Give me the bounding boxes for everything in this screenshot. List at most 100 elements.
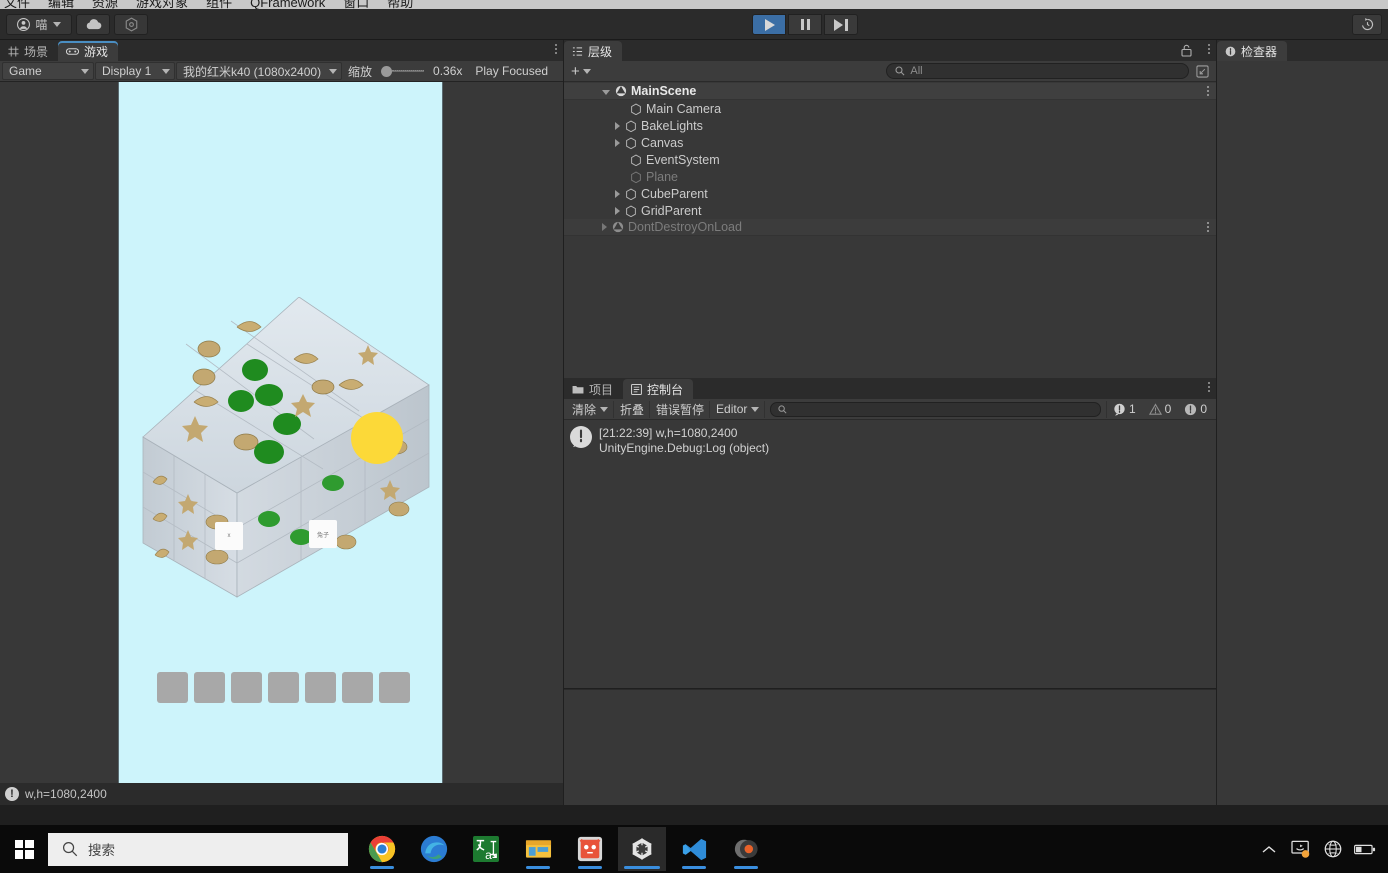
floating-tile-1[interactable]: x	[215, 522, 243, 550]
hierarchy-search-input[interactable]: All	[886, 63, 1190, 79]
pause-icon	[800, 19, 810, 30]
console-warning-count[interactable]: 0	[1143, 401, 1178, 418]
disclosure-triangle-icon[interactable]	[602, 89, 610, 95]
console-kebab-icon[interactable]	[1208, 382, 1210, 392]
menu-item-assets[interactable]: 资源	[92, 0, 118, 9]
toolbar-right-group	[1352, 14, 1382, 35]
game-view-kebab-icon[interactable]	[555, 44, 557, 54]
console-log-entry[interactable]: [21:22:39] w,h=1080,2400 UnityEngine.Deb…	[564, 420, 1216, 456]
taskbar-search-input[interactable]: 搜索	[48, 832, 348, 866]
hierarchy-row-cubeparent[interactable]: CubeParent	[564, 185, 1216, 202]
info-icon	[1225, 46, 1236, 57]
tab-console[interactable]: 控制台	[623, 379, 694, 399]
menu-item-help[interactable]: 帮助	[387, 0, 413, 9]
disclosure-triangle-icon[interactable]	[615, 121, 620, 130]
console-error-pause-button[interactable]: 错误暂停	[651, 400, 711, 418]
play-focused-button[interactable]: Play Focused	[468, 62, 554, 80]
lock-icon	[1181, 44, 1192, 57]
network-globe-icon[interactable]	[1322, 838, 1344, 860]
console-editor-dropdown[interactable]: Editor	[711, 400, 766, 418]
console-clear-button[interactable]: 清除	[567, 400, 615, 418]
hierarchy-filter-button[interactable]	[1193, 64, 1212, 78]
disclosure-triangle-icon[interactable]	[615, 206, 620, 215]
play-button[interactable]	[752, 14, 786, 35]
battery-icon[interactable]	[1354, 838, 1376, 860]
app-running-indicator	[370, 866, 394, 869]
tray-slot[interactable]	[379, 672, 410, 703]
undo-history-button[interactable]	[1352, 14, 1382, 35]
game-view-tabbar: 场景 游戏	[0, 40, 563, 61]
menu-item-window[interactable]: 窗口	[343, 0, 369, 9]
console-collapse-button[interactable]: 折叠	[615, 400, 651, 418]
taskbar-app-github-desktop[interactable]	[566, 827, 614, 871]
highlight-marker[interactable]	[351, 412, 403, 464]
tray-slot[interactable]	[305, 672, 336, 703]
start-button[interactable]	[0, 825, 48, 873]
tray-slot[interactable]	[157, 672, 188, 703]
pause-button[interactable]	[788, 14, 822, 35]
tray-slot[interactable]	[194, 672, 225, 703]
add-gameobject-button[interactable]: +	[568, 63, 594, 80]
tab-game[interactable]: 游戏	[58, 41, 119, 61]
menu-item-gameobject[interactable]: 游戏对象	[136, 0, 188, 9]
show-hidden-icons-chevron-icon[interactable]	[1258, 838, 1280, 860]
account-button[interactable]: 喵	[6, 13, 72, 35]
tab-project[interactable]: 项目	[564, 379, 623, 399]
hierarchy-lock-button[interactable]	[1181, 44, 1192, 57]
gameobject-icon	[625, 119, 637, 132]
tray-slot[interactable]	[342, 672, 373, 703]
menu-item-edit[interactable]: 编辑	[48, 0, 74, 9]
menu-item-qframework[interactable]: QFramework	[250, 0, 325, 9]
tab-hierarchy[interactable]: 层级	[564, 41, 623, 61]
cloud-services-button[interactable]	[76, 13, 110, 35]
zoom-slider-knob[interactable]	[381, 65, 393, 77]
hierarchy-kebab-icon[interactable]	[1208, 44, 1210, 54]
display-dropdown[interactable]: Display 1	[95, 62, 175, 80]
game-view-canvas[interactable]: x 兔子	[0, 82, 563, 805]
disclosure-triangle-icon[interactable]	[615, 189, 620, 198]
hierarchy-row-plane[interactable]: Plane	[564, 168, 1216, 185]
search-icon	[778, 404, 787, 414]
taskbar-app-unity[interactable]	[618, 827, 666, 871]
tray-slot[interactable]	[268, 672, 299, 703]
hierarchy-row-kebab-icon[interactable]	[1207, 222, 1209, 232]
aspect-ratio-dropdown[interactable]: 我的红米k40 (1080x2400)	[176, 62, 342, 80]
hierarchy-row-mainscene[interactable]: MainScene	[564, 83, 1216, 100]
editor-status-bar[interactable]: ! w,h=1080,2400	[0, 783, 563, 805]
taskbar-app-edge[interactable]	[410, 827, 458, 871]
toolbar-left-group: 喵	[6, 13, 152, 35]
hierarchy-row-eventsystem[interactable]: EventSystem	[564, 151, 1216, 168]
hierarchy-row-main-camera[interactable]: Main Camera	[564, 100, 1216, 117]
disclosure-triangle-icon[interactable]	[615, 138, 620, 147]
taskbar-app-vscode[interactable]	[670, 827, 718, 871]
zoom-slider[interactable]	[381, 65, 425, 77]
console-search-input[interactable]	[770, 401, 1101, 417]
menu-item-component[interactable]: 组件	[206, 0, 232, 9]
hierarchy-row-kebab-icon[interactable]	[1207, 86, 1209, 96]
game-render-surface[interactable]: x 兔子	[118, 82, 443, 805]
hierarchy-row-gridparent[interactable]: GridParent	[564, 202, 1216, 219]
menu-item-file[interactable]: 文件	[4, 0, 30, 9]
undo-history-icon	[1360, 17, 1375, 32]
hierarchy-row-bakelights[interactable]: BakeLights	[564, 117, 1216, 134]
tab-inspector[interactable]: 检查器	[1217, 41, 1288, 61]
hierarchy-row-canvas[interactable]: Canvas	[564, 134, 1216, 151]
zoom-slider-track[interactable]	[392, 70, 425, 72]
display-settings-icon[interactable]	[1290, 838, 1312, 860]
taskbar-app-explorer[interactable]	[514, 827, 562, 871]
tray-slot[interactable]	[231, 672, 262, 703]
gameobject-icon	[625, 204, 637, 217]
console-error-count[interactable]: 1	[1105, 400, 1142, 418]
step-button[interactable]	[824, 14, 858, 35]
play-controls	[752, 14, 858, 35]
taskbar-app-chrome[interactable]	[358, 827, 406, 871]
game-mode-dropdown[interactable]: Game	[2, 62, 94, 80]
taskbar-app-translate[interactable]: a	[462, 827, 510, 871]
disclosure-triangle-icon[interactable]	[602, 223, 607, 231]
package-manager-button[interactable]	[114, 13, 148, 35]
console-info-count[interactable]: 0	[1178, 401, 1213, 418]
floating-tile-2[interactable]: 兔子	[309, 520, 337, 548]
hierarchy-row-dontdestroyonload[interactable]: DontDestroyOnLoad	[564, 219, 1216, 236]
tab-scene[interactable]: 场景	[0, 41, 58, 61]
taskbar-app-recorder[interactable]	[722, 827, 770, 871]
